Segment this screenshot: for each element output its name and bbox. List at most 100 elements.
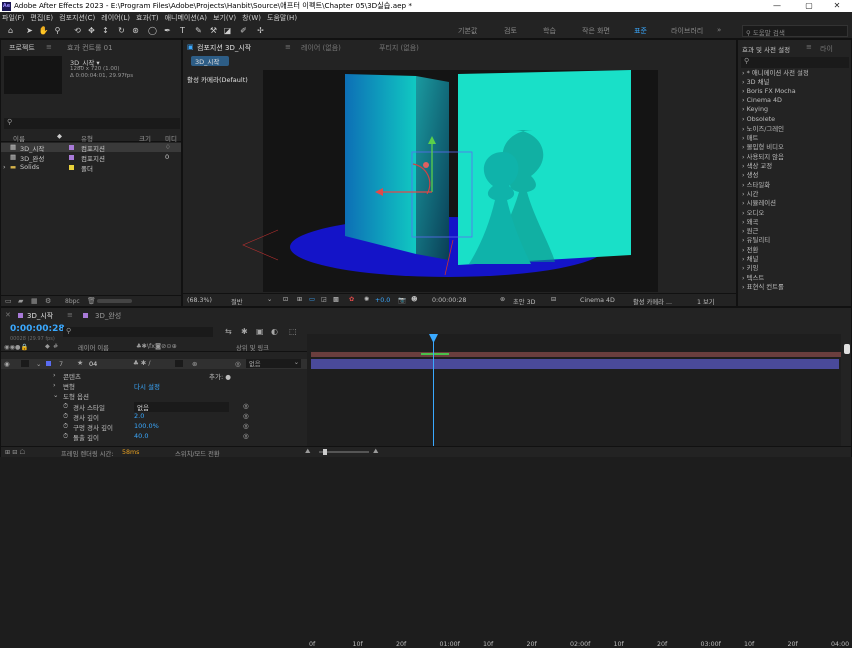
tab-composition[interactable]: 컴포지션 3D_시작: [197, 43, 251, 53]
column-name[interactable]: 이름: [13, 133, 25, 143]
close-button[interactable]: ✕: [822, 0, 852, 12]
effect-category-item[interactable]: › 시간: [742, 189, 758, 198]
rotate-tool-icon[interactable]: ↻: [116, 25, 127, 36]
property-row[interactable]: ⏱ 구멍 경사 깊이 100.0% ◎: [1, 422, 307, 432]
effect-category-item[interactable]: › 오디오: [742, 208, 764, 217]
menu-edit[interactable]: 편집(E): [30, 13, 53, 23]
home-icon[interactable]: ⌂: [5, 25, 16, 36]
views-dropdown[interactable]: 1 보기: [697, 297, 715, 306]
label-swatch[interactable]: [69, 165, 74, 170]
effect-category-item[interactable]: › 키잉: [742, 263, 758, 272]
layer-row[interactable]: ◉ ⌄ 7 ★ 04 ♣ ✱ / ⊛ ◎ 없음 ⌄: [1, 359, 307, 369]
tab-effects-presets[interactable]: 효과 및 사전 설정: [742, 44, 790, 54]
effect-category-item[interactable]: › 매트: [742, 133, 758, 142]
panel-menu-icon[interactable]: ≡: [46, 43, 52, 51]
bit-depth-button[interactable]: 8bpc: [65, 298, 80, 305]
timeline-scrollbar[interactable]: [844, 344, 850, 354]
add-property-button[interactable]: 추가: ●: [209, 371, 231, 381]
frame-blending-icon[interactable]: ▣: [256, 327, 264, 336]
label-column-icon[interactable]: ◆: [45, 343, 50, 350]
effect-category-item[interactable]: › 표현식 컨트롤: [742, 282, 784, 291]
expression-link-icon[interactable]: ◎: [243, 402, 249, 410]
workspace-standard[interactable]: 표준: [634, 26, 647, 36]
effect-category-item[interactable]: › * 애니메이션 사전 설정: [742, 68, 809, 77]
dolly-tool-icon[interactable]: ↕: [100, 25, 111, 36]
maximize-button[interactable]: ▢: [794, 0, 824, 12]
parent-dropdown[interactable]: 없음 ⌄: [246, 359, 301, 368]
menu-animation[interactable]: 애니메이션(A): [165, 13, 207, 23]
project-search-input[interactable]: ⚲: [4, 118, 180, 129]
effect-category-item[interactable]: › 유틸리티: [742, 235, 770, 244]
property-value[interactable]: 2.0: [134, 412, 144, 420]
fast-previews-icon[interactable]: ⊡: [283, 296, 288, 303]
column-size[interactable]: 크기: [139, 133, 151, 143]
tab-footage[interactable]: 푸티지 (없음): [379, 43, 419, 53]
work-area-bar[interactable]: [311, 352, 841, 357]
property-value[interactable]: 다시 설정: [134, 381, 160, 391]
orbit-tool-icon[interactable]: ⟲: [72, 25, 83, 36]
effect-category-item[interactable]: › Boris FX Mocha: [742, 87, 796, 95]
motion-blur-icon[interactable]: ◐: [271, 327, 278, 336]
tab-timeline-3d-complete[interactable]: 3D_완성: [95, 311, 121, 321]
effect-category-item[interactable]: › Obsolete: [742, 115, 775, 123]
chevron-down-icon[interactable]: ⌄: [267, 296, 272, 303]
stopwatch-icon[interactable]: ⏱: [63, 422, 68, 431]
effect-category-item[interactable]: › 색상 교정: [742, 161, 772, 170]
3d-layer-icon[interactable]: ⊛: [192, 360, 197, 368]
label-swatch[interactable]: [69, 155, 74, 160]
zoom-out-icon[interactable]: ⛰: [305, 448, 310, 456]
panel-menu-icon[interactable]: ≡: [285, 43, 291, 51]
type-tool-icon[interactable]: T: [177, 25, 188, 36]
workspace-default[interactable]: 기본값: [458, 26, 477, 36]
effect-category-item[interactable]: › 스타일화: [742, 180, 770, 189]
grid-icon[interactable]: ⊞: [297, 296, 302, 303]
effect-category-item[interactable]: › 전환: [742, 245, 758, 254]
effect-category-item[interactable]: › 채널: [742, 254, 758, 263]
panel-menu-icon[interactable]: ≡: [806, 43, 812, 51]
effect-category-item[interactable]: › 3D 채널: [742, 77, 769, 86]
pen-tool-icon[interactable]: ✒: [162, 25, 173, 36]
zoom-dropdown[interactable]: (68.3%): [187, 297, 212, 304]
effect-category-item[interactable]: › 텍스트: [742, 273, 764, 282]
pick-whip-icon[interactable]: ◎: [235, 360, 241, 368]
menu-window[interactable]: 창(W): [242, 13, 261, 23]
effect-category-item[interactable]: › 생성: [742, 170, 758, 179]
property-row[interactable]: › 변형 다시 설정: [1, 381, 307, 391]
label-swatch[interactable]: [46, 361, 51, 366]
settings-icon[interactable]: ⚙: [45, 297, 51, 305]
effect-category-item[interactable]: › 노이즈/그레인: [742, 124, 784, 133]
timeline-search-input[interactable]: ⚲: [63, 327, 213, 337]
expand-arrow-icon[interactable]: ⌄: [53, 391, 58, 399]
panel-menu-icon[interactable]: ≡: [67, 311, 73, 319]
color-management-icon[interactable]: ✺: [364, 296, 369, 303]
draft-3d-icon[interactable]: ⊛: [500, 296, 505, 303]
tab-libraries[interactable]: 라이: [820, 44, 833, 54]
camera-dropdown[interactable]: 활성 카메라 ...: [633, 297, 672, 306]
renderer-dropdown[interactable]: Cinema 4D: [580, 297, 615, 304]
expand-arrow-icon[interactable]: ›: [53, 371, 56, 379]
pan-tool-icon[interactable]: ✥: [86, 25, 97, 36]
menu-layer[interactable]: 레이어(L): [101, 13, 130, 23]
expression-link-icon[interactable]: ◎: [243, 412, 249, 420]
show-snapshot-icon[interactable]: ☻: [411, 296, 418, 303]
zoom-tool-icon[interactable]: ⚲: [52, 25, 63, 36]
thumbnail-size-slider[interactable]: [97, 299, 132, 303]
new-composition-icon[interactable]: ▦: [31, 297, 38, 305]
close-tab-icon[interactable]: ✕: [5, 311, 11, 319]
draft-3d-toggle-icon[interactable]: ✱: [241, 327, 248, 336]
mask-visibility-icon[interactable]: ▭: [309, 296, 315, 303]
tab-layer[interactable]: 레이어 (없음): [301, 43, 341, 53]
viewport-canvas[interactable]: [183, 70, 736, 292]
visibility-eye-icon[interactable]: ◉: [4, 360, 10, 368]
column-type[interactable]: 유형: [81, 133, 93, 143]
property-row[interactable]: › 콘텐츠 추가: ●: [1, 371, 307, 381]
clone-stamp-tool-icon[interactable]: ⚒: [208, 25, 219, 36]
property-value[interactable]: 없음: [134, 401, 229, 412]
delete-icon[interactable]: 🗑: [87, 297, 96, 305]
workspace-small-screen[interactable]: 작은 화면: [582, 26, 610, 36]
graph-editor-icon[interactable]: ⬚: [289, 327, 297, 336]
switch-box[interactable]: [175, 360, 183, 367]
hand-tool-icon[interactable]: ✋: [38, 25, 49, 36]
av-switches-icon[interactable]: ◉◉●🔒: [4, 343, 28, 351]
zoom-slider-handle[interactable]: [323, 449, 327, 455]
